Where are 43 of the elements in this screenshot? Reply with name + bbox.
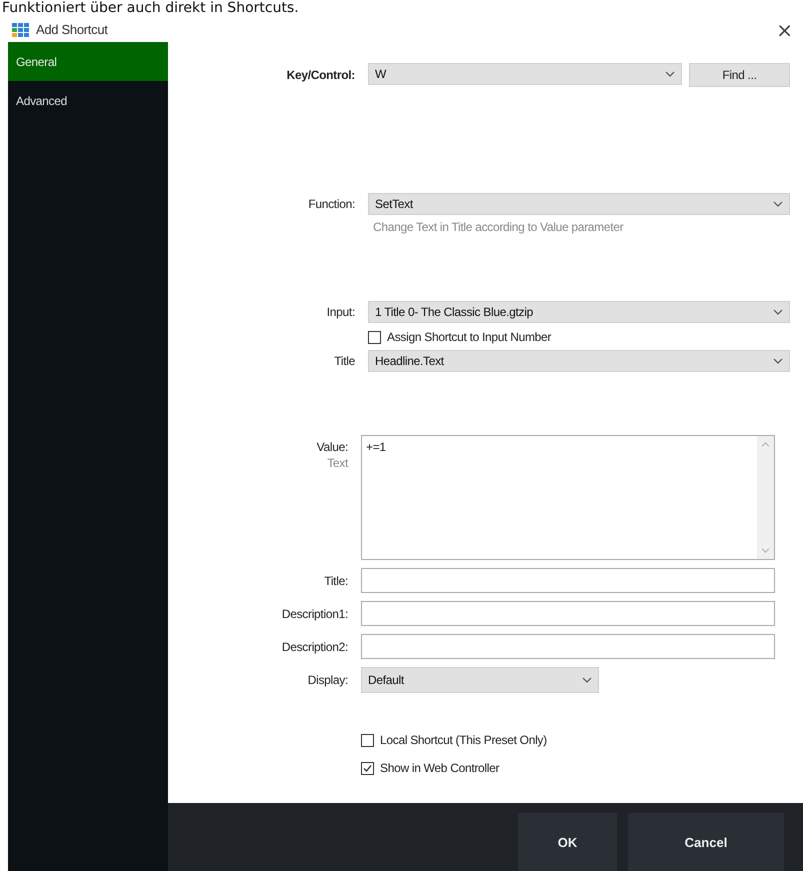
value-text-area[interactable]: +=1 <box>361 435 775 560</box>
checkbox[interactable] <box>361 734 374 746</box>
function-dropdown[interactable]: SetText <box>368 193 790 215</box>
checkbox[interactable] <box>361 762 374 774</box>
window-title: Add Shortcut <box>36 22 108 37</box>
key-dropdown[interactable]: W <box>368 63 682 85</box>
field-label: Input: <box>326 305 355 319</box>
ok-button[interactable]: OK <box>518 813 617 871</box>
caption-text: Funktioniert über auch direkt in Shortcuts. <box>2 0 299 17</box>
find-button[interactable]: Find ... <box>689 63 790 87</box>
scrollbar[interactable] <box>757 436 774 559</box>
field-sublabel: Text <box>327 456 348 470</box>
checkbox[interactable] <box>368 330 381 344</box>
display-dropdown[interactable]: Default <box>361 667 599 693</box>
chevron-down-icon <box>773 309 783 315</box>
checkbox-label: Assign Shortcut to Input Number <box>387 330 552 344</box>
checkbox-label: Show in Web Controller <box>380 761 500 775</box>
field-label: Display: <box>306 673 348 687</box>
title-dropdown[interactable]: Headline.Text <box>368 350 790 372</box>
sidebar-item[interactable]: General <box>8 42 168 81</box>
text-field[interactable] <box>361 601 775 626</box>
scroll-up-icon[interactable] <box>761 442 770 447</box>
field-label: Description1: <box>280 606 348 620</box>
input-dropdown[interactable]: 1 Title 0- The Classic Blue.gtzip <box>368 301 790 323</box>
field-label: Title <box>333 354 355 368</box>
grid-icon <box>12 22 30 36</box>
hint-text: Change Text in Title according to Value parameter <box>372 220 624 234</box>
chevron-down-icon <box>582 677 592 683</box>
close-button[interactable]: × <box>766 20 803 40</box>
scroll-down-icon[interactable] <box>761 548 770 553</box>
chevron-down-icon <box>773 358 783 364</box>
text-field[interactable] <box>361 634 775 659</box>
field-label: Function: <box>307 197 355 211</box>
field-label: Key/Control: <box>286 68 355 82</box>
field-label: Description2: <box>280 640 348 654</box>
field-label: Title: <box>323 574 348 588</box>
sidebar-item[interactable]: Advanced <box>8 81 168 120</box>
text-field[interactable] <box>361 568 775 593</box>
cancel-button[interactable]: Cancel <box>628 813 784 871</box>
chevron-down-icon <box>665 71 675 77</box>
field-label: Value: <box>316 440 348 454</box>
checkbox-label: Local Shortcut (This Preset Only) <box>380 733 547 747</box>
chevron-down-icon <box>773 201 783 207</box>
